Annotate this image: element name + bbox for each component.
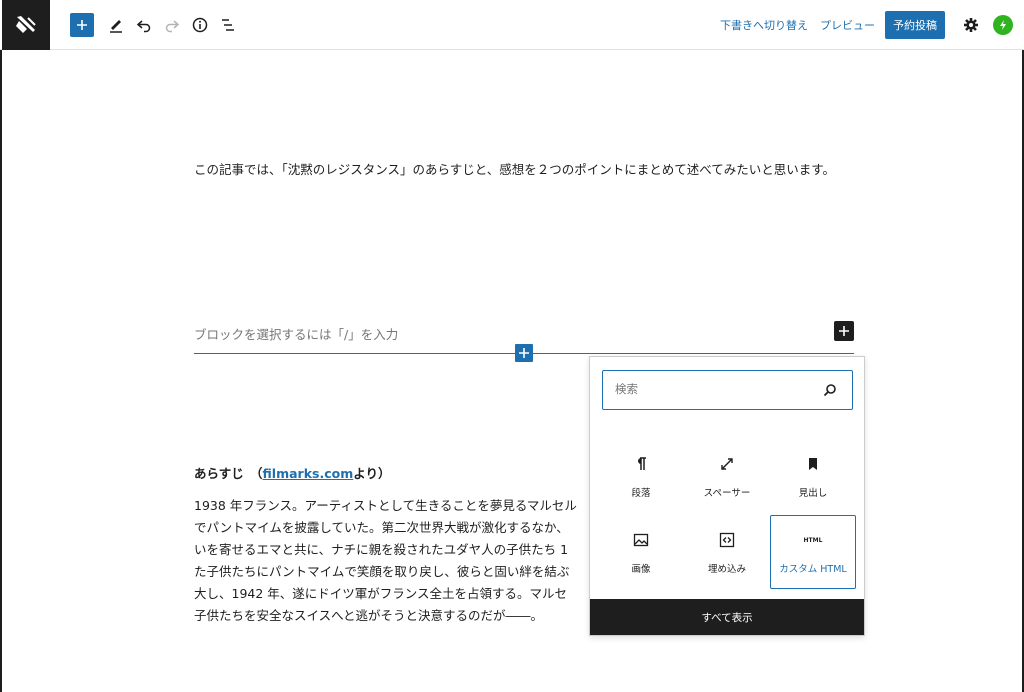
search-icon [822, 382, 838, 398]
block-grid: 段落 スペーサー 見出し 画像 埋め込み HTML カスタム HTML [598, 439, 858, 589]
block-label: 埋め込み [707, 564, 746, 575]
block-inserter-popover: 段落 スペーサー 見出し 画像 埋め込み [589, 356, 865, 636]
synopsis-line: いを寄せるエマと共に、ナチに親を殺されたユダヤ人の子供たち 1 [194, 542, 569, 557]
synopsis-heading[interactable]: あらすじ （filmarks.comより） [194, 463, 390, 482]
block-item-spacer[interactable]: スペーサー [684, 439, 770, 513]
info-icon[interactable] [190, 14, 210, 36]
settings-gear-icon[interactable] [961, 14, 981, 36]
editor-toolbar: 下書きへ切り替え プレビュー 予約投稿 [0, 0, 1024, 50]
synopsis-line: 子供たちを安全なスイスへと逃がそうと決意するのだが――。 [194, 608, 544, 623]
synopsis-paragraph[interactable]: 1938 年フランス。アーティストとして生きることを夢見るマルセル でパントマイ… [194, 495, 594, 627]
block-item-paragraph[interactable]: 段落 [598, 439, 684, 513]
synopsis-line: た子供たちにパントマイムで笑顔を取り戻し、彼らと固い絆を結ぶ [194, 564, 570, 579]
synopsis-line: 大し、1942 年、遂にドイツ軍がフランス全土を占領する。マルセ [194, 586, 568, 601]
paragraph-icon [630, 453, 652, 475]
switch-to-draft-link[interactable]: 下書きへ切り替え [720, 17, 808, 33]
block-label: 画像 [631, 564, 651, 575]
synopsis-line: でパントマイムを披露していた。第二次世界大戦が激化するなか、 [194, 520, 569, 535]
heading-prefix: あらすじ （ [194, 466, 263, 481]
synopsis-line: 1938 年フランス。アーティストとして生きることを夢見るマルセル [194, 498, 577, 513]
preview-link[interactable]: プレビュー [820, 17, 875, 33]
appender-add-icon[interactable] [834, 321, 854, 341]
jetpack-bolt-icon[interactable] [993, 15, 1013, 35]
block-search-input[interactable] [615, 382, 815, 396]
undo-icon[interactable] [134, 14, 154, 36]
block-label: カスタム HTML [779, 564, 847, 575]
inline-inserter-icon[interactable] [515, 344, 533, 362]
filmarks-link[interactable]: filmarks.com [263, 466, 354, 481]
show-all-button[interactable]: すべて表示 [590, 599, 864, 635]
block-search[interactable] [602, 370, 853, 410]
heading-suffix: より） [353, 466, 391, 481]
spacer-icon [716, 453, 738, 475]
block-item-heading[interactable]: 見出し [770, 439, 856, 513]
block-item-image[interactable]: 画像 [598, 515, 684, 589]
add-block-icon[interactable] [70, 13, 94, 37]
block-item-embed[interactable]: 埋め込み [684, 515, 770, 589]
block-item-custom-html[interactable]: HTML カスタム HTML [770, 515, 856, 589]
schedule-button[interactable]: 予約投稿 [885, 11, 945, 39]
wordpress-logo-icon[interactable] [2, 0, 50, 50]
heading-bookmark-icon [802, 453, 824, 475]
html-icon: HTML [802, 529, 824, 551]
html-icon-text: HTML [803, 536, 823, 544]
block-label: 段落 [631, 488, 651, 499]
appender-placeholder: ブロックを選択するには「/」を入力 [194, 327, 399, 342]
edit-pencil-icon[interactable] [106, 14, 126, 36]
list-view-icon[interactable] [218, 14, 238, 36]
block-label: 見出し [798, 488, 828, 499]
block-label: スペーサー [703, 488, 751, 499]
image-icon [630, 529, 652, 551]
embed-icon [716, 529, 738, 551]
redo-icon[interactable] [162, 14, 182, 36]
intro-paragraph[interactable]: この記事では、「沈黙のレジスタンス」のあらすじと、感想を２つのポイントにまとめて… [194, 159, 854, 181]
